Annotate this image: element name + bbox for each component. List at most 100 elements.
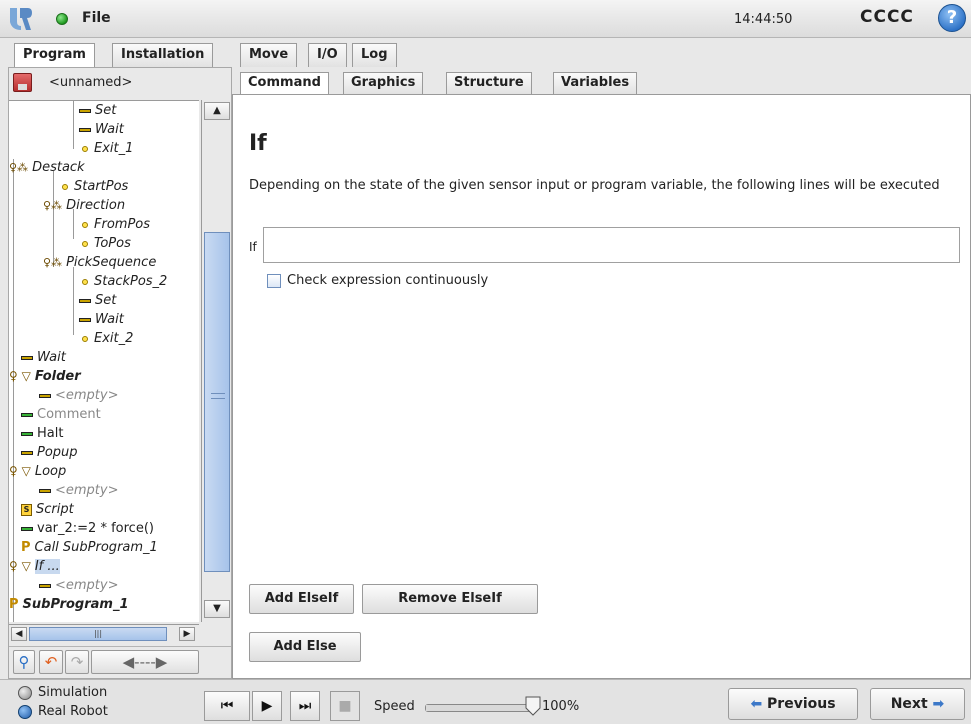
arrow-left-icon: ⬅	[750, 696, 763, 712]
tree-node[interactable]: Halt	[21, 424, 63, 443]
scroll-thumb-horizontal[interactable]: |||	[29, 627, 167, 641]
previous-button[interactable]: ⬅ Previous	[728, 688, 858, 720]
waypoint-dot-icon	[82, 145, 88, 152]
tree-node[interactable]: Wait	[21, 348, 66, 367]
tree-node[interactable]: S Script	[21, 500, 74, 519]
move-arrows-icon[interactable]: ◀‑‑‑‑▶	[91, 650, 199, 674]
scroll-right-icon[interactable]: ▶	[179, 627, 195, 641]
waypoint-dot-icon	[82, 335, 88, 342]
tree-node[interactable]: ♀ ▽ Loop	[9, 462, 66, 481]
tree-node[interactable]: Wait	[79, 310, 124, 329]
speed-label: Speed	[374, 699, 415, 714]
real-robot-mode[interactable]: Real Robot	[18, 703, 108, 721]
tab-command[interactable]: Command	[240, 72, 329, 95]
tree-node[interactable]: FromPos	[79, 215, 150, 234]
tab-program[interactable]: Program	[14, 43, 95, 68]
comment-bar-icon	[21, 412, 33, 417]
check-continuously-row[interactable]: Check expression continuously	[267, 273, 488, 291]
speed-slider-knob-icon[interactable]	[525, 696, 541, 716]
tab-installation[interactable]: Installation	[112, 43, 214, 67]
tree-vertical-scrollbar[interactable]: ▲ ▼	[201, 100, 231, 622]
search-icon[interactable]: ⚲	[13, 650, 35, 674]
next-button[interactable]: Next ➡	[870, 688, 965, 720]
stop-icon[interactable]: ■	[330, 691, 360, 721]
add-else-button[interactable]: Add Else	[249, 632, 361, 662]
popup-bar-icon	[21, 450, 33, 455]
ur-logo-icon	[10, 8, 32, 30]
wait-bar-icon	[79, 317, 91, 322]
tree-node[interactable]: Popup	[21, 443, 78, 462]
tree-node[interactable]: StartPos	[59, 177, 128, 196]
tree-node[interactable]: Exit_1	[79, 139, 133, 158]
if-triangle-icon: ♀ ▽	[9, 559, 31, 573]
grip-icon	[211, 393, 225, 399]
add-elseif-button[interactable]: Add ElseIf	[249, 584, 354, 614]
tree-node[interactable]: Set	[79, 101, 116, 120]
halt-bar-icon	[21, 431, 33, 436]
undo-icon[interactable]: ↶	[39, 650, 63, 674]
simulation-radio-icon[interactable]	[18, 685, 32, 700]
tree-node[interactable]: Exit_2	[79, 329, 133, 348]
empty-bar-icon	[39, 488, 51, 493]
empty-bar-icon	[39, 393, 51, 398]
tree-node[interactable]: ♀⁂ PickSequence	[43, 253, 156, 272]
scroll-up-icon[interactable]: ▲	[204, 102, 230, 120]
wait-bar-icon	[21, 355, 33, 360]
command-description: Depending on the state of the given sens…	[249, 178, 940, 193]
speed-slider-fill	[426, 705, 534, 711]
scroll-left-icon[interactable]: ◀	[11, 627, 27, 641]
tree-node[interactable]: ♀⁂ Destack	[9, 158, 85, 177]
command-panel: If Depending on the state of the given s…	[232, 94, 971, 679]
tree-node[interactable]: ♀ ▽ If ...	[9, 557, 60, 576]
tree-node[interactable]: Comment	[21, 405, 101, 424]
tree-node[interactable]: <empty>	[39, 386, 119, 405]
footer-bar: Simulation Real Robot ⏮ ▶ ⏭ ■ Speed 100%…	[0, 679, 971, 724]
page-title: If	[249, 131, 267, 156]
tree-node[interactable]: P Call SubProgram_1	[21, 538, 158, 557]
scroll-thumb[interactable]	[204, 232, 230, 572]
if-expression-input[interactable]	[263, 227, 960, 263]
top-bar: File 14:44:50 CCCC ?	[0, 0, 971, 38]
tab-variables[interactable]: Variables	[553, 72, 638, 94]
tab-graphics[interactable]: Graphics	[343, 72, 424, 94]
tree-node[interactable]: <empty>	[39, 576, 119, 595]
tree-node[interactable]: ♀ ▽ Folder	[9, 367, 81, 386]
empty-bar-icon	[39, 583, 51, 588]
assignment-bar-icon	[21, 526, 33, 531]
tree-node[interactable]: Set	[79, 291, 116, 310]
loop-triangle-icon: ♀ ▽	[9, 464, 31, 478]
tab-move[interactable]: Move	[240, 43, 298, 67]
program-tree[interactable]: Set Wait Exit_1 ♀⁂ Destack StartPos ♀⁂ Dir…	[9, 100, 199, 622]
waypoint-dot-icon	[82, 278, 88, 285]
rewind-icon[interactable]: ⏮	[204, 691, 250, 721]
tree-horizontal-scrollbar[interactable]: ◀ ||| ▶	[9, 624, 199, 642]
tree-node[interactable]: P SubProgram_1	[9, 595, 129, 614]
save-icon[interactable]	[13, 73, 32, 92]
help-icon[interactable]: ?	[938, 4, 966, 32]
remove-elseif-button[interactable]: Remove ElseIf	[362, 584, 538, 614]
tab-io[interactable]: I/O	[308, 43, 347, 67]
tree-node[interactable]: <empty>	[39, 481, 119, 500]
destack-node-icon: ♀⁂	[9, 161, 29, 174]
set-bar-icon	[79, 108, 91, 113]
redo-icon[interactable]: ↷	[65, 650, 89, 674]
program-name: <unnamed>	[49, 75, 133, 90]
check-continuously-checkbox[interactable]	[267, 273, 281, 288]
robot-status-icon	[56, 13, 68, 25]
tree-node[interactable]: ♀⁂ Direction	[43, 196, 125, 215]
clock: 14:44:50	[734, 12, 793, 27]
play-icon[interactable]: ▶	[252, 691, 282, 721]
tree-node[interactable]: StackPos_2	[79, 272, 167, 291]
real-robot-radio-icon[interactable]	[18, 704, 32, 719]
simulation-mode[interactable]: Simulation	[18, 684, 107, 702]
tree-node[interactable]: ToPos	[79, 234, 131, 253]
wait-bar-icon	[79, 127, 91, 132]
file-menu[interactable]: File	[82, 10, 111, 26]
scroll-down-icon[interactable]: ▼	[204, 600, 230, 618]
tree-node[interactable]: var_2:=2 * force()	[21, 519, 154, 538]
speed-slider[interactable]	[425, 704, 535, 712]
tree-node[interactable]: Wait	[79, 120, 124, 139]
tab-structure[interactable]: Structure	[446, 72, 532, 94]
step-icon[interactable]: ⏭	[290, 691, 320, 721]
tab-log[interactable]: Log	[352, 43, 397, 67]
